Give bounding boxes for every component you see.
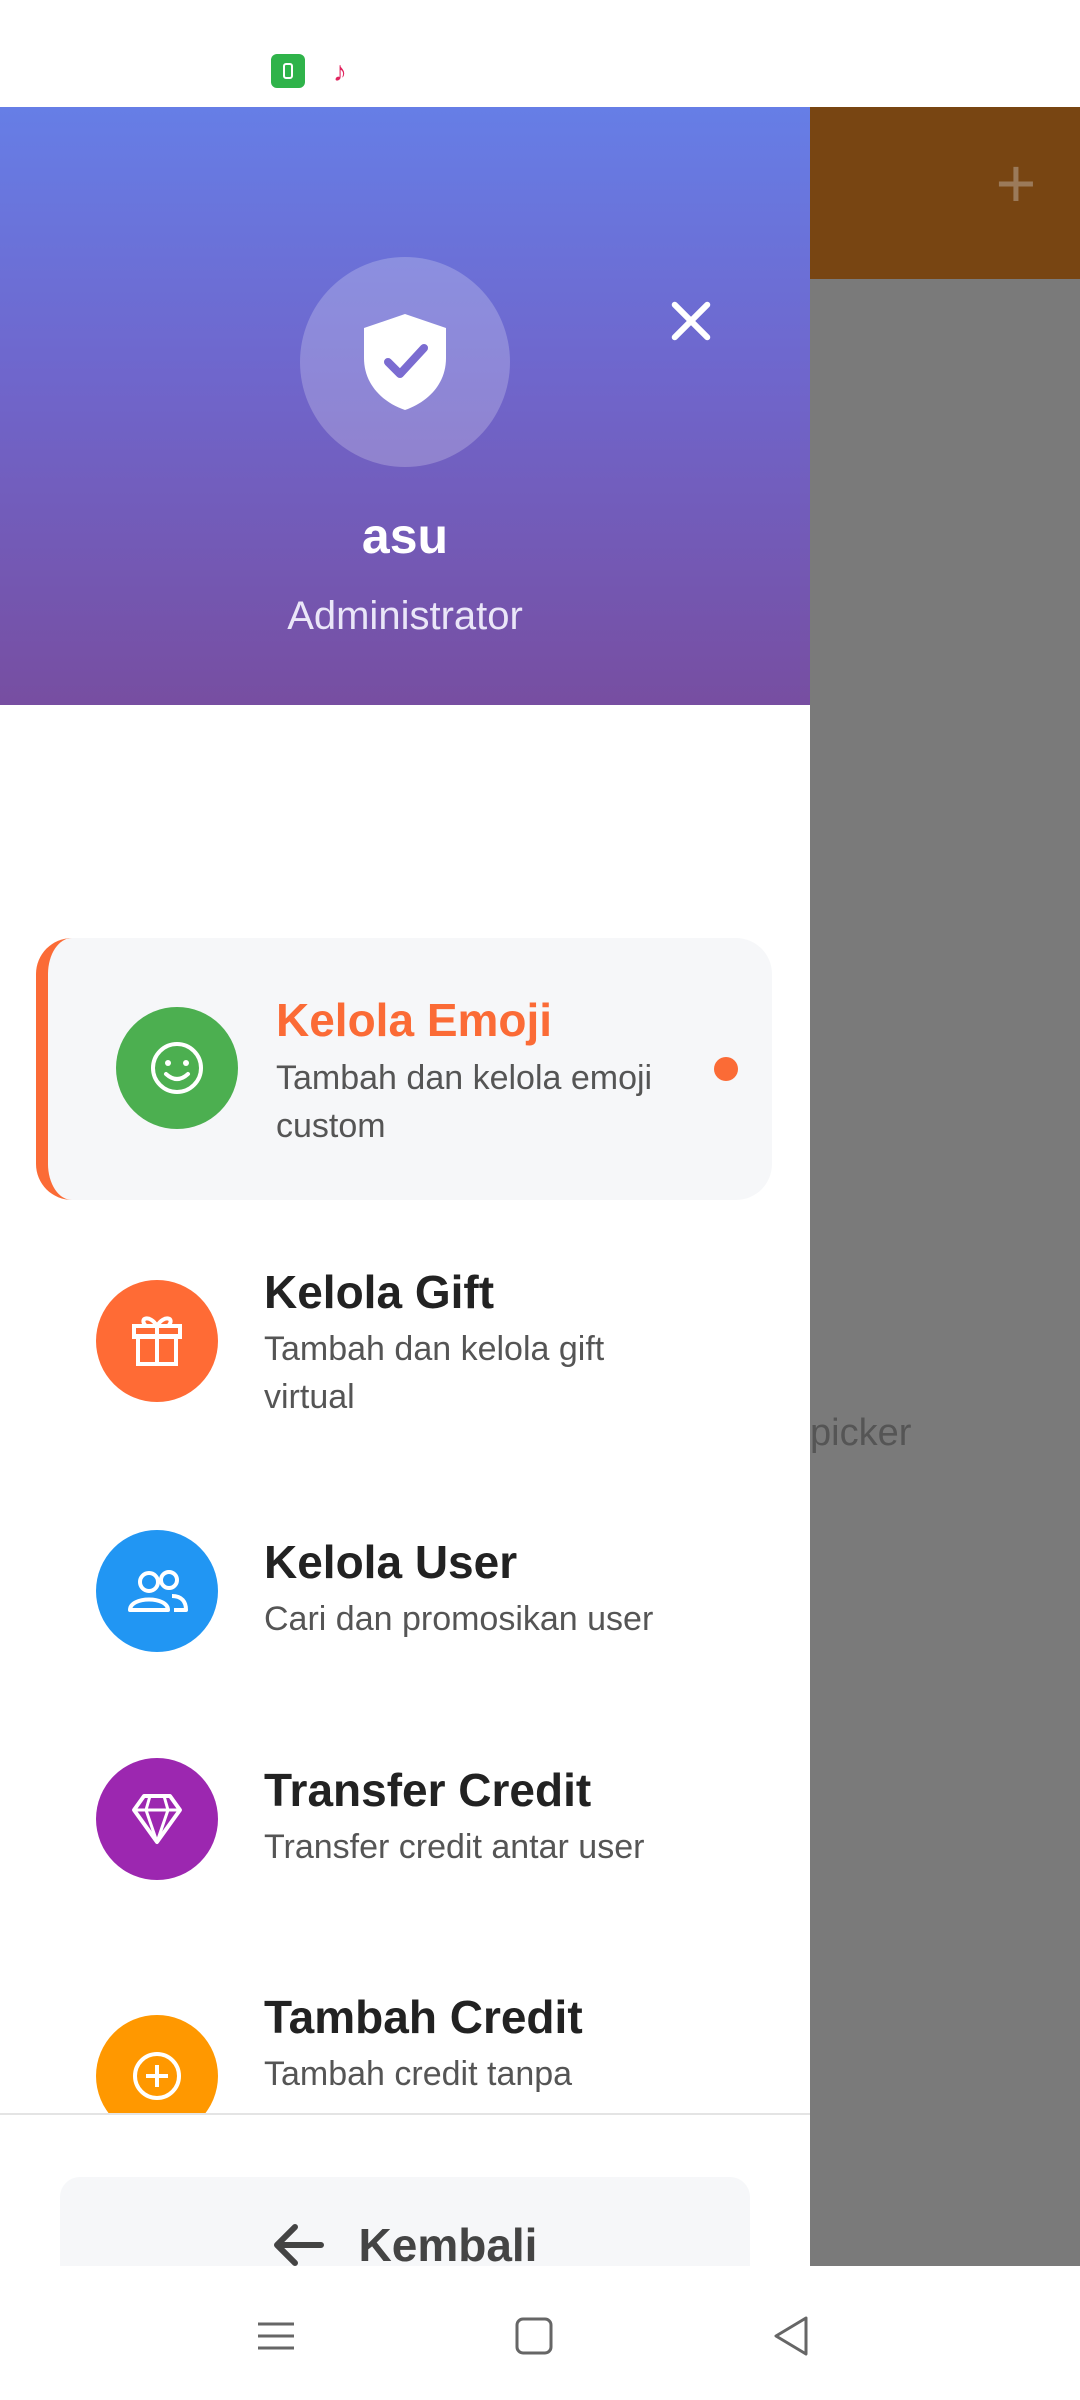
menu-item-title: Transfer Credit — [264, 1764, 592, 1816]
square-icon — [515, 2317, 553, 2355]
users-icon — [96, 1530, 218, 1652]
menu-lines-icon — [258, 2322, 294, 2350]
menu-item-title: Kelola Emoji — [276, 994, 553, 1046]
active-indicator-dot — [714, 1057, 738, 1081]
menu-item-kelola-emoji[interactable]: Kelola Emoji Tambah dan kelola emoji cus… — [36, 938, 772, 1200]
arrow-left-icon — [273, 2224, 324, 2266]
back-button[interactable]: Kembali — [60, 2177, 750, 2266]
tiktok-icon: ♪ — [333, 56, 347, 87]
drawer-header: asu Administrator — [0, 107, 810, 705]
menu-item-transfer-credit[interactable]: Transfer Credit Transfer credit antar us… — [36, 1743, 772, 1903]
menu-item-title: Kelola User — [264, 1536, 518, 1588]
gift-icon — [96, 1280, 218, 1402]
background-screen[interactable]: + picker — [810, 107, 1080, 2266]
user-role: Administrator — [287, 594, 523, 638]
menu-item-title: Kelola Gift — [264, 1266, 495, 1318]
home-button[interactable] — [504, 2306, 564, 2366]
shield-check-icon — [364, 314, 446, 410]
divider — [0, 2113, 810, 2115]
menu-item-kelola-user[interactable]: Kelola User Cari dan promosikan user — [36, 1515, 772, 1675]
system-nav-bar — [0, 2266, 1080, 2400]
avatar — [300, 257, 510, 467]
user-name: asu — [361, 508, 449, 564]
smiley-icon — [116, 1007, 238, 1129]
background-label: picker — [810, 1412, 912, 1454]
navigation-drawer: asu Administrator Kelola Emoji Tambah da… — [0, 107, 810, 2266]
triangle-back-icon — [774, 2316, 808, 2356]
status-bar: ♪ — [0, 0, 1080, 107]
diamond-icon — [96, 1758, 218, 1880]
background-app-bar: + — [810, 107, 1080, 279]
menu-item-subtitle: Tambah credit tanpa — [264, 2055, 573, 2093]
menu-item-title: Tambah Credit — [264, 1991, 583, 2043]
menu-item-tambah-credit[interactable]: Tambah Credit Tambah credit tanpa — [36, 1970, 772, 2113]
menu-item-subtitle: Cari dan promosikan user — [264, 1600, 654, 1638]
plus-circle-icon — [96, 2015, 218, 2113]
drawer-menu: Kelola Emoji Tambah dan kelola emoji cus… — [0, 705, 810, 2113]
menu-item-subtitle: Tambah dan kelola gift virtual — [264, 1330, 605, 1416]
menu-item-subtitle: Tambah dan kelola emoji custom — [276, 1059, 653, 1145]
notification-app-icon — [271, 54, 305, 88]
recent-apps-button[interactable] — [246, 2306, 306, 2366]
back-button-label: Kembali — [358, 2219, 538, 2266]
close-button[interactable] — [660, 291, 720, 351]
menu-item-subtitle: Transfer credit antar user — [264, 1828, 645, 1866]
menu-item-kelola-gift[interactable]: Kelola Gift Tambah dan kelola gift virtu… — [36, 1245, 772, 1445]
add-icon[interactable]: + — [992, 148, 1040, 218]
system-back-button[interactable] — [762, 2306, 822, 2366]
